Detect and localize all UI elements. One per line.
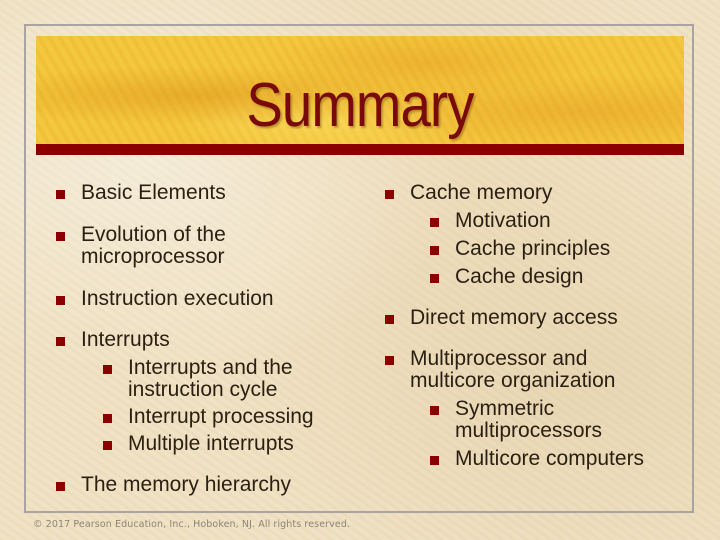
sublist-item: Interrupt processing: [103, 406, 356, 428]
square-bullet-icon: [430, 456, 439, 465]
square-bullet-icon: [56, 337, 65, 346]
square-bullet-icon: [385, 315, 394, 324]
list-item-interrupts: Interrupts Interrupts and the instructio…: [56, 329, 356, 455]
item-label: Cache memory: [410, 181, 553, 204]
list-item-memory-hierarchy: The memory hierarchy: [56, 474, 356, 496]
square-bullet-icon: [430, 218, 439, 227]
square-bullet-icon: [430, 246, 439, 255]
sublist-item: Multicore computers: [430, 448, 695, 470]
item-label: The memory hierarchy: [81, 473, 292, 496]
right-bullet-list: Cache memory Motivation Cache principles…: [385, 180, 705, 470]
subitem-label: Multiple interrupts: [128, 432, 294, 455]
square-bullet-icon: [56, 482, 65, 491]
sublist-item: Motivation: [430, 210, 705, 232]
item-label: Evolution of the microprocessor: [81, 223, 226, 268]
square-bullet-icon: [56, 190, 65, 199]
subitem-label: Multicore computers: [455, 447, 645, 470]
square-bullet-icon: [103, 365, 112, 374]
sublist-item: Cache principles: [430, 238, 705, 260]
subitem-label: Symmetric multiprocessors: [455, 397, 603, 442]
subitem-label: Interrupts and the instruction cycle: [128, 356, 293, 401]
left-bullet-list: Basic Elements Evolution of the micropro…: [56, 180, 356, 496]
multiprocessor-sublist: Symmetric multiprocessors Multicore comp…: [430, 398, 670, 470]
square-bullet-icon: [385, 190, 394, 199]
square-bullet-icon: [385, 356, 394, 365]
square-bullet-icon: [430, 274, 439, 283]
square-bullet-icon: [103, 414, 112, 423]
item-label: Instruction execution: [81, 287, 274, 310]
cache-sublist: Motivation Cache principles Cache design: [430, 210, 705, 288]
item-label: Interrupts: [81, 328, 170, 351]
list-item-evolution: Evolution of the microprocessor: [56, 224, 261, 268]
item-label: Basic Elements: [81, 181, 226, 204]
sublist-item: Interrupts and the instruction cycle: [103, 357, 328, 401]
subitem-label: Cache principles: [455, 237, 611, 260]
list-item-cache-memory: Cache memory Motivation Cache principles…: [385, 182, 705, 288]
square-bullet-icon: [56, 232, 65, 241]
square-bullet-icon: [56, 296, 65, 305]
sublist-item: Cache design: [430, 266, 705, 288]
item-label: Multiprocessor and multicore organizatio…: [410, 347, 616, 392]
list-item-basic-elements: Basic Elements: [56, 182, 356, 204]
subitem-label: Interrupt processing: [128, 405, 314, 428]
subitem-label: Cache design: [455, 265, 584, 288]
list-item-instruction-execution: Instruction execution: [56, 288, 356, 310]
item-label: Direct memory access: [410, 306, 618, 329]
list-item-dma: Direct memory access: [385, 307, 705, 329]
sublist-item: Symmetric multiprocessors: [430, 398, 645, 442]
square-bullet-icon: [430, 406, 439, 415]
subitem-label: Motivation: [455, 209, 551, 232]
copyright-footer: © 2017 Pearson Education, Inc., Hoboken,…: [33, 519, 351, 530]
square-bullet-icon: [103, 441, 112, 450]
interrupts-sublist: Interrupts and the instruction cycle Int…: [103, 357, 356, 455]
slide-title: Summary: [246, 71, 474, 140]
list-item-multiprocessor: Multiprocessor and multicore organizatio…: [385, 348, 670, 470]
sublist-item: Multiple interrupts: [103, 433, 356, 455]
